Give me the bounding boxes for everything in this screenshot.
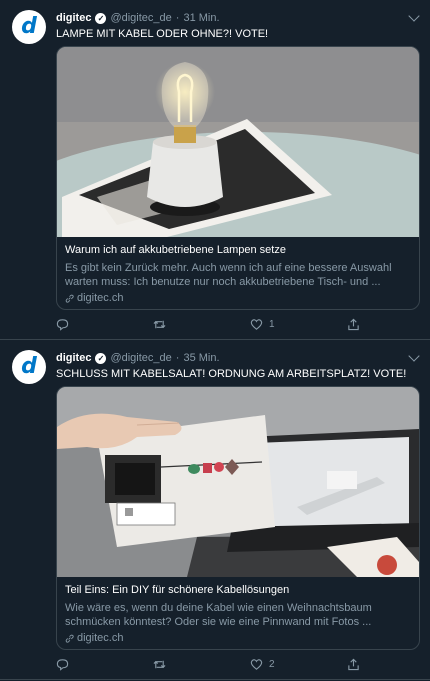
separator-dot: ·: [175, 12, 180, 24]
like-count: 2: [269, 659, 275, 670]
card-link-text[interactable]: digitec.ch: [77, 631, 123, 645]
like-icon: [250, 659, 263, 670]
author-handle[interactable]: @digitec_de: [110, 352, 171, 364]
tweet-actions: 2: [56, 658, 376, 672]
tweet[interactable]: d digitec ✓ @digitec_de · 31 Min. LAMPE …: [0, 0, 430, 340]
reply-button[interactable]: [56, 658, 75, 671]
card-body: Teil Eins: Ein DIY für schönere Kabellös…: [65, 583, 411, 645]
retweet-button[interactable]: [153, 318, 172, 331]
author-handle[interactable]: @digitec_de: [110, 12, 171, 24]
retweet-button[interactable]: [153, 658, 172, 671]
reply-icon: [56, 659, 69, 671]
card-description: Wie wäre es, wenn du deine Kabel wie ein…: [65, 602, 372, 628]
reply-icon: [56, 319, 69, 331]
card-image-lamp: [57, 47, 419, 237]
tweet-header: digitec ✓ @digitec_de · 35 Min.: [56, 350, 418, 366]
like-icon: [250, 319, 263, 330]
avatar[interactable]: d: [12, 10, 46, 44]
digitec-logo: d: [21, 354, 37, 379]
tweet-text: SCHLUSS MIT KABELSALAT! ORDNUNG AM ARBEI…: [56, 368, 407, 380]
like-button[interactable]: 2: [250, 658, 275, 671]
card-link[interactable]: digitec.ch: [65, 631, 411, 645]
card-title: Warum ich auf akkubetriebene Lampen setz…: [65, 244, 286, 256]
digitec-logo: d: [21, 14, 37, 39]
card-link[interactable]: digitec.ch: [65, 291, 411, 305]
tweet[interactable]: d digitec ✓ @digitec_de · 35 Min. SCHLUS…: [0, 340, 430, 680]
verified-icon: ✓: [95, 352, 107, 364]
verified-icon: ✓: [95, 12, 107, 24]
retweet-icon: [153, 320, 166, 329]
separator-dot: ·: [175, 352, 180, 364]
reply-button[interactable]: [56, 318, 75, 331]
author-name[interactable]: digitec: [56, 12, 91, 24]
tweet-actions: 1: [56, 318, 376, 332]
card-image-cable-diy: [57, 387, 419, 577]
tweet-text: LAMPE MIT KABEL ODER OHNE?! VOTE!: [56, 28, 269, 40]
like-button[interactable]: 1: [250, 318, 275, 331]
link-card[interactable]: Teil Eins: Ein DIY für schönere Kabellös…: [56, 386, 420, 650]
avatar[interactable]: d: [12, 350, 46, 384]
card-link-text[interactable]: digitec.ch: [77, 291, 123, 305]
card-title: Teil Eins: Ein DIY für schönere Kabellös…: [65, 584, 290, 596]
tweet-header: digitec ✓ @digitec_de · 31 Min.: [56, 10, 418, 26]
share-button[interactable]: [347, 318, 366, 331]
share-icon: [348, 658, 359, 671]
share-button[interactable]: [347, 658, 366, 671]
tweet-time[interactable]: 35 Min.: [183, 352, 219, 364]
link-icon: [65, 634, 74, 643]
link-icon: [65, 294, 74, 303]
card-description: Es gibt kein Zurück mehr. Auch wenn ich …: [65, 262, 392, 288]
share-icon: [348, 318, 359, 331]
card-body: Warum ich auf akkubetriebene Lampen setz…: [65, 243, 411, 305]
tweet-time[interactable]: 31 Min.: [183, 12, 219, 24]
author-name[interactable]: digitec: [56, 352, 91, 364]
retweet-icon: [153, 660, 166, 669]
like-count: 1: [269, 319, 275, 330]
link-card[interactable]: Warum ich auf akkubetriebene Lampen setz…: [56, 46, 420, 310]
